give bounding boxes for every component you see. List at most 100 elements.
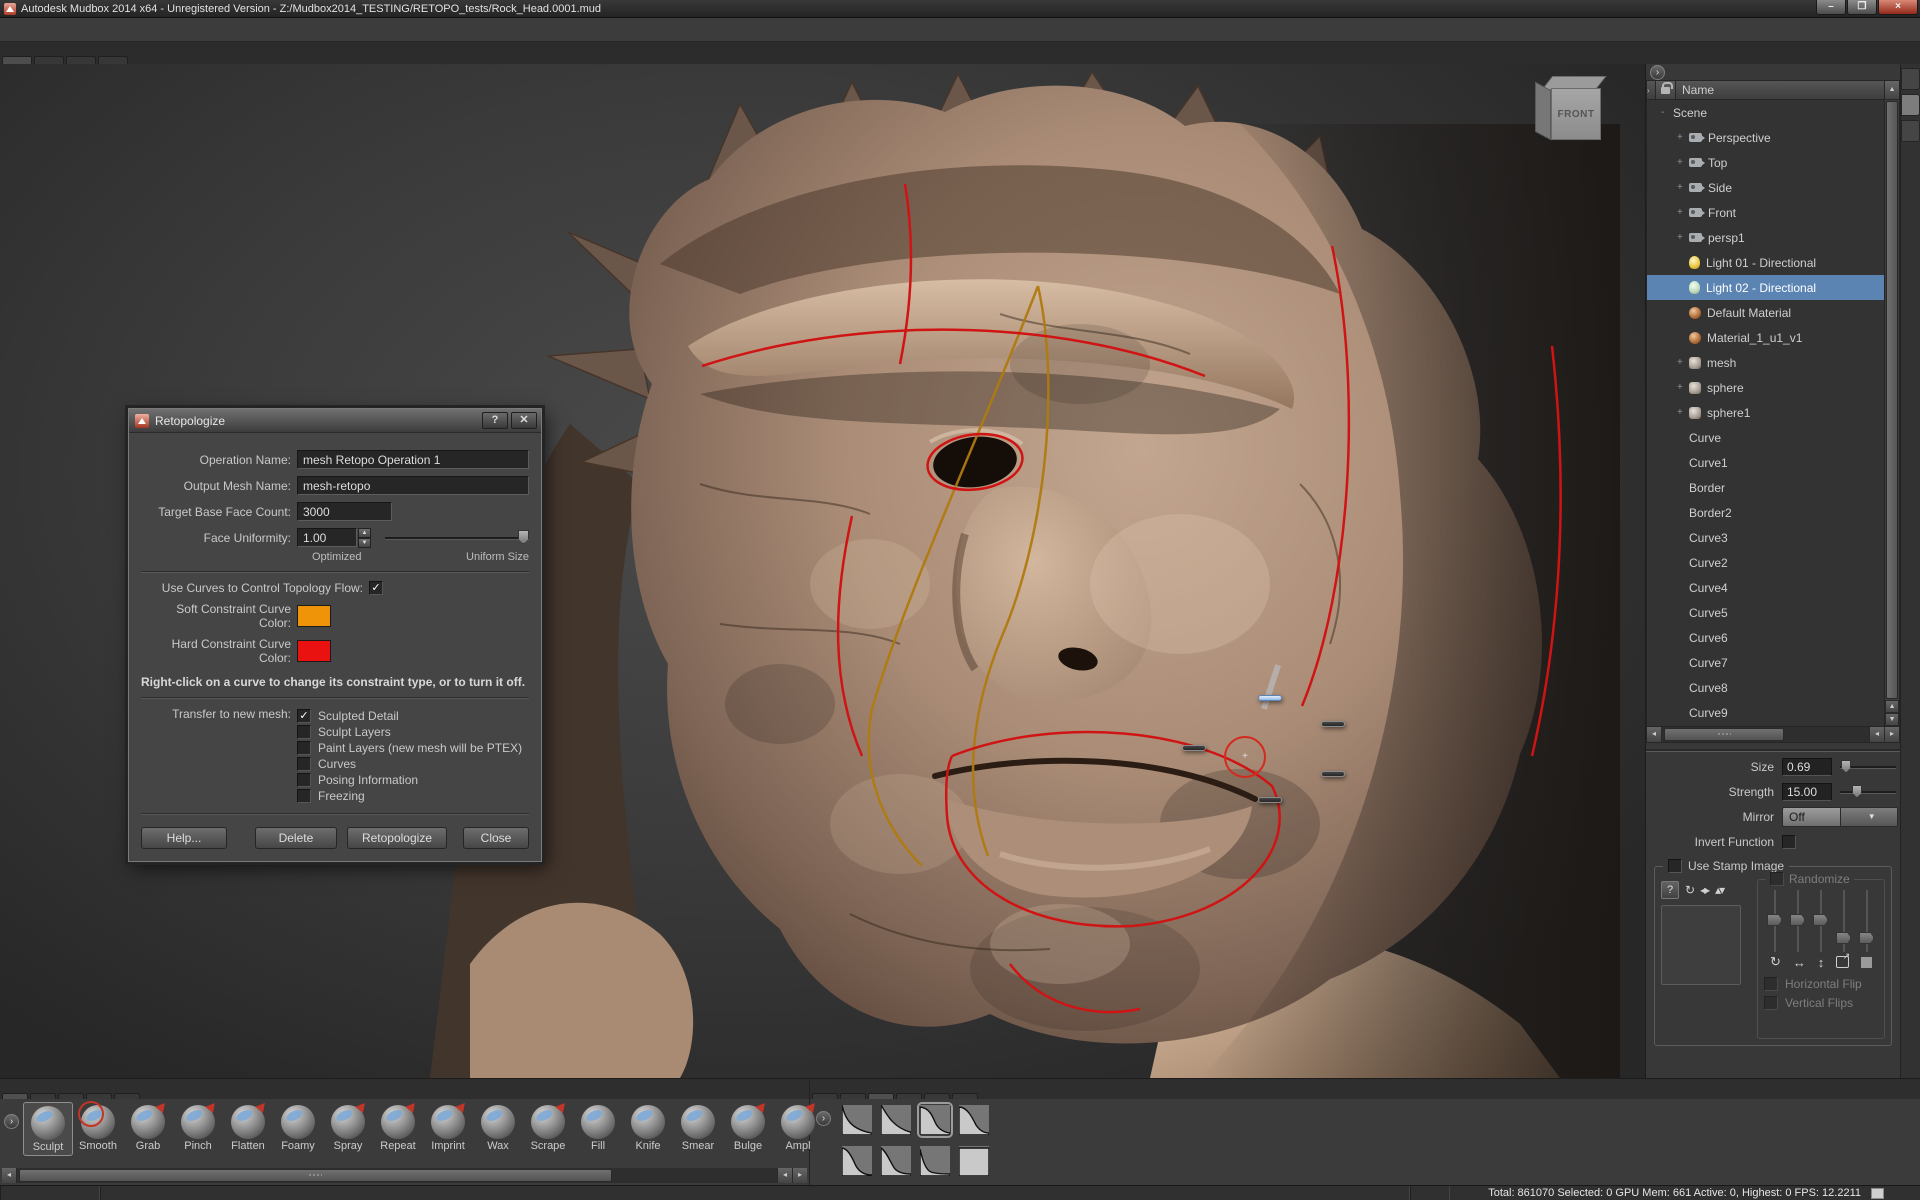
expander[interactable]: + [1677, 232, 1689, 243]
shelf-expand-button[interactable]: › [4, 1114, 19, 1129]
tree-item[interactable]: Light 01 - Directional [1647, 250, 1884, 275]
expander[interactable]: + [1677, 207, 1689, 218]
view-tab[interactable] [2, 56, 32, 64]
transfer-checkbox[interactable] [297, 725, 311, 739]
stamp-preview-box[interactable] [1661, 905, 1741, 985]
view-cube-front-face[interactable]: FRONT [1551, 88, 1601, 140]
view-tab[interactable] [66, 56, 96, 64]
strength-input[interactable] [1782, 783, 1832, 801]
tree-item[interactable]: Curve [1647, 425, 1884, 450]
tree-item[interactable]: Curve5 [1647, 600, 1884, 625]
tree-item[interactable]: Default Material [1647, 300, 1884, 325]
dialog-help-button[interactable]: ? [482, 412, 508, 429]
transfer-checkbox[interactable] [297, 709, 311, 723]
use-curves-checkbox[interactable] [369, 581, 383, 595]
delete-button[interactable]: Delete [255, 827, 337, 849]
marking-menu-item[interactable] [1258, 797, 1282, 803]
tree-item[interactable]: + Perspective [1647, 125, 1884, 150]
panel-tab[interactable] [1901, 68, 1920, 90]
expander[interactable]: + [1677, 382, 1689, 393]
tool-button[interactable]: Flatten [223, 1102, 273, 1154]
face-uniformity-slider[interactable] [385, 528, 529, 547]
marking-menu-item[interactable] [1321, 721, 1345, 727]
tool-button[interactable]: Imprint [423, 1102, 473, 1154]
panel-tab[interactable] [1901, 94, 1920, 116]
expander[interactable]: + [1677, 357, 1689, 368]
size-input[interactable] [1782, 758, 1832, 776]
face-uniformity-input[interactable] [297, 528, 357, 547]
hard-constraint-color-swatch[interactable] [297, 640, 331, 662]
invert-function-checkbox[interactable] [1782, 835, 1796, 849]
retopologize-button[interactable]: Retopologize [347, 827, 447, 849]
help-button[interactable]: Help... [141, 827, 227, 849]
view-tab[interactable] [34, 56, 64, 64]
scroll-right-button[interactable]: ▸ [792, 1168, 807, 1183]
color-square-icon[interactable] [1861, 957, 1872, 968]
tool-button[interactable]: Spray [323, 1102, 373, 1154]
tree-item[interactable]: - Scene [1647, 100, 1884, 125]
tree-item[interactable]: Light 02 - Directional [1647, 275, 1884, 300]
tree-item[interactable]: Curve4 [1647, 575, 1884, 600]
transfer-checkbox[interactable] [297, 757, 311, 771]
tool-shelf-scrollbar[interactable]: ◂ ◂ ▸ [2, 1168, 807, 1183]
marking-menu-item[interactable] [1321, 771, 1345, 777]
restore-button[interactable]: ❐ [1847, 0, 1877, 15]
marking-menu-item[interactable] [1182, 745, 1206, 751]
size-slider[interactable] [1840, 758, 1896, 776]
expander[interactable]: + [1677, 407, 1689, 418]
falloff-preset[interactable] [920, 1105, 950, 1135]
panel-tab[interactable] [1901, 120, 1920, 142]
strength-slider[interactable] [1840, 783, 1896, 801]
expander[interactable]: + [1677, 182, 1689, 193]
transfer-option[interactable]: Paint Layers (new mesh will be PTEX) [297, 741, 522, 755]
flip-vertical-icon[interactable]: ▴▾ [1715, 883, 1723, 897]
randomize-sliders[interactable] [1764, 890, 1878, 952]
falloff-preset[interactable] [881, 1105, 911, 1135]
expander[interactable]: + [1677, 157, 1689, 168]
lock-icon[interactable] [1656, 81, 1676, 99]
tree-item[interactable]: Curve2 [1647, 550, 1884, 575]
transfer-option[interactable]: Sculpted Detail [297, 709, 522, 723]
tool-button[interactable]: Scrape [523, 1102, 573, 1154]
tree-item[interactable]: Curve7 [1647, 650, 1884, 675]
operation-name-input[interactable] [297, 450, 529, 469]
viewport-3d[interactable]: FRONT Retopologize ? ✕ Operation Name: O… [0, 64, 1645, 1078]
tree-item[interactable]: Curve1 [1647, 450, 1884, 475]
tree-item[interactable]: + mesh [1647, 350, 1884, 375]
randomize-checkbox[interactable] [1770, 872, 1784, 886]
marking-menu-item[interactable] [1258, 695, 1282, 701]
falloff-preset[interactable] [881, 1146, 911, 1176]
tool-button[interactable]: Fill [573, 1102, 623, 1154]
tree-item[interactable]: Curve9 [1647, 700, 1884, 725]
transfer-checkbox[interactable] [297, 741, 311, 755]
falloff-preset[interactable] [842, 1146, 872, 1176]
close-button[interactable]: Close [463, 827, 529, 849]
face-uniformity-spinner[interactable]: ▲▼ [358, 528, 371, 547]
scroll-left-button[interactable]: ◂ [2, 1168, 17, 1183]
tool-button[interactable]: Knife [623, 1102, 673, 1154]
tree-item[interactable]: + persp1 [1647, 225, 1884, 250]
view-cube-left-face[interactable] [1535, 82, 1551, 141]
vertical-arrows-icon[interactable]: ↕ [1818, 955, 1825, 970]
tree-item[interactable]: + sphere1 [1647, 400, 1884, 425]
target-face-count-input[interactable] [297, 502, 392, 521]
falloff-preset[interactable] [920, 1146, 950, 1176]
header-sliver[interactable]: › [1647, 81, 1656, 99]
tool-button[interactable]: Grab [123, 1102, 173, 1154]
tree-item[interactable]: Material_1_u1_v1 [1647, 325, 1884, 350]
scroll-down-button[interactable]: ▼ [1885, 713, 1899, 726]
scroll-left-button[interactable]: ◂ [1647, 727, 1662, 742]
tree-vertical-scrollbar[interactable]: ▲ ▼ [1884, 100, 1899, 726]
tool-button[interactable]: Wax [473, 1102, 523, 1154]
tool-button[interactable]: Pinch [173, 1102, 223, 1154]
tool-button[interactable]: Sculpt [23, 1102, 73, 1156]
tree-item[interactable]: Curve6 [1647, 625, 1884, 650]
falloff-preset[interactable] [959, 1105, 989, 1135]
tool-button[interactable]: Bulge [723, 1102, 773, 1154]
tool-button[interactable]: Smooth [73, 1102, 123, 1154]
tree-item[interactable]: + Front [1647, 200, 1884, 225]
dialog-title-bar[interactable]: Retopologize ? ✕ [129, 409, 541, 433]
horizontal-arrows-icon[interactable]: ↔ [1793, 955, 1806, 970]
minimize-button[interactable]: – [1816, 0, 1846, 15]
tree-item[interactable]: Curve3 [1647, 525, 1884, 550]
